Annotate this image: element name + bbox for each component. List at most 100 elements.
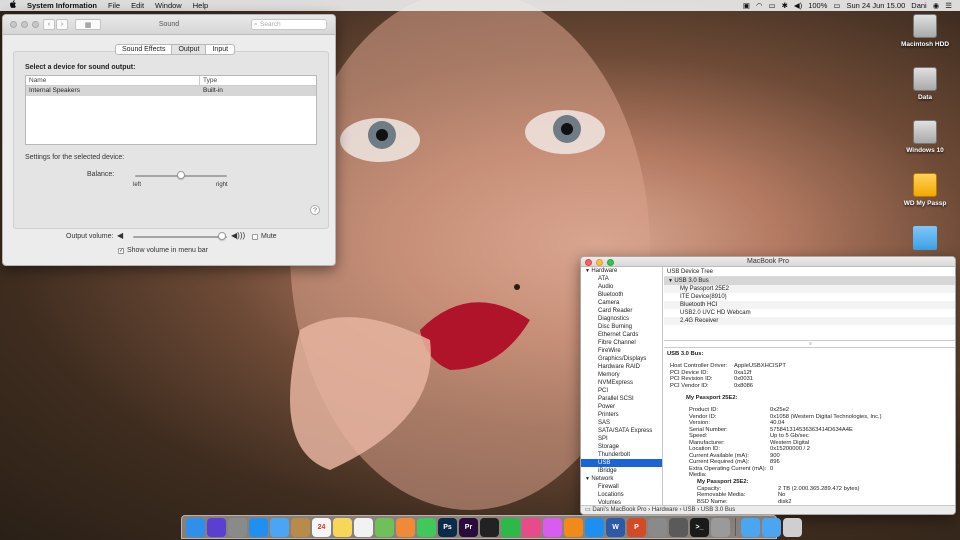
trash-icon[interactable] [783,517,802,537]
tree-row[interactable]: USB2.0 UVC HD Webcam [664,309,955,317]
word-icon[interactable]: W [606,517,625,537]
screen-mirroring-icon[interactable]: ▭ [769,1,776,10]
documents-folder-icon[interactable] [762,517,781,537]
launchpad-icon[interactable] [228,517,247,537]
show-volume-checkbox[interactable]: ✓ [118,248,124,254]
downloads-folder-icon[interactable] [741,517,760,537]
system-prefs-icon[interactable] [648,517,667,537]
itunes-icon[interactable] [522,517,541,537]
volume-icon[interactable]: ◀) [794,1,802,10]
mail-icon[interactable] [270,517,289,537]
sidebar-item[interactable]: Card Reader [581,307,662,315]
sidebar-category[interactable]: ▼ Network [581,475,662,483]
sidebar-item[interactable]: Memory [581,371,662,379]
contacts-icon[interactable] [291,517,310,537]
sidebar-item[interactable]: Thunderbolt [581,451,662,459]
photos-icon[interactable] [396,517,415,537]
table-row[interactable]: Internal Speakers Built-in [26,86,316,96]
sidebar-item[interactable]: Storage [581,443,662,451]
terminal-icon[interactable]: >_ [690,517,709,537]
finder-icon[interactable] [186,517,205,537]
help-button[interactable]: ? [310,205,320,215]
reminders-icon[interactable] [354,517,373,537]
battery-icon[interactable]: ▭ [833,1,840,10]
sidebar-item[interactable]: NVMExpress [581,379,662,387]
desktop-icon-data[interactable]: Data [896,67,954,120]
itunes-store-icon[interactable] [543,517,562,537]
appstore-icon[interactable] [585,517,604,537]
sidebar-item[interactable]: Audio [581,283,662,291]
output-volume-slider[interactable] [133,236,227,238]
tree-row[interactable]: Bluetooth HCI [664,301,955,309]
search-input[interactable]: ⌕ Search [251,19,327,30]
sidebar-item[interactable]: Power [581,403,662,411]
mute-checkbox[interactable] [252,234,258,240]
notes-icon[interactable] [333,517,352,537]
calendar-icon[interactable]: 24 [312,517,331,537]
tree-row[interactable]: ▼ USB 3.0 Bus [664,277,955,285]
tab-sound-effects[interactable]: Sound Effects [116,45,173,54]
menu-help[interactable]: Help [193,1,208,10]
status-app-icon[interactable]: ▣ [743,1,750,10]
tab-output[interactable]: Output [172,45,207,54]
sidebar-item[interactable]: ATA [581,275,662,283]
sidebar-item[interactable]: SATA/SATA Express [581,427,662,435]
sidebar-item[interactable]: Bluetooth [581,291,662,299]
ibooks-icon[interactable] [564,517,583,537]
menu-app-name[interactable]: System Information [27,1,97,10]
column-type[interactable]: Type [200,76,217,85]
automator-icon[interactable] [711,517,730,537]
user-name[interactable]: Dani [911,1,926,10]
clock[interactable]: Sun 24 Jun 15.00 [846,1,905,10]
finalcut-icon[interactable] [480,517,499,537]
sidebar-item[interactable]: Parallel SCSI [581,395,662,403]
output-volume-knob[interactable] [218,232,227,240]
premiere-icon[interactable]: Pr [459,517,478,537]
sidebar-item[interactable]: Firewall [581,483,662,491]
siri-icon[interactable] [207,517,226,537]
sidebar-item[interactable]: Printers [581,411,662,419]
siri-menu-icon[interactable]: ◉ [933,1,940,10]
sidebar-item[interactable]: Camera [581,299,662,307]
sidebar-item[interactable]: Hardware RAID [581,363,662,371]
wifi-icon[interactable]: ◠ [756,1,763,10]
photoshop-icon[interactable]: Ps [438,517,457,537]
sidebar-item[interactable]: PCI [581,387,662,395]
tree-row[interactable]: ITE Device(8910) [664,293,955,301]
apple-menu-icon[interactable] [9,0,19,11]
sidebar-item[interactable]: SPI [581,435,662,443]
battery-percent[interactable]: 100% [808,1,827,10]
maps-icon[interactable] [375,517,394,537]
sidebar-item[interactable]: SAS [581,419,662,427]
split-divider[interactable]: ≡ [664,340,955,348]
facetime-icon[interactable] [501,517,520,537]
desktop-icon-macintosh-hdd[interactable]: Macintosh HDD [896,14,954,67]
sidebar-item[interactable]: Locations [581,491,662,499]
sidebar-item[interactable]: Graphics/Displays [581,355,662,363]
desktop-icon-wd-my-passport[interactable]: WD My Passp [896,173,954,226]
powerpoint-icon[interactable]: P [627,517,646,537]
tab-input[interactable]: Input [206,45,234,54]
sidebar-item[interactable]: iBridge [581,467,662,475]
sidebar-item[interactable]: USB [581,459,662,467]
menu-file[interactable]: File [108,1,120,10]
notification-center-icon[interactable]: ☰ [945,1,952,10]
sidebar-item[interactable]: Disc Burning [581,323,662,331]
sidebar-item[interactable]: Fibre Channel [581,339,662,347]
messages-icon[interactable] [417,517,436,537]
menu-window[interactable]: Window [155,1,182,10]
tree-row[interactable]: My Passport 25E2 [664,285,955,293]
safari-icon[interactable] [249,517,268,537]
sidebar-item[interactable]: FireWire [581,347,662,355]
sidebar-item-label: Memory [598,372,620,378]
column-name[interactable]: Name [26,76,200,85]
sidebar-item[interactable]: Ethernet Cards [581,331,662,339]
menu-edit[interactable]: Edit [131,1,144,10]
bluetooth-icon[interactable]: ✱ [782,1,788,10]
sidebar-category[interactable]: ▼ Hardware [581,267,662,275]
system-info-icon[interactable] [669,517,688,537]
tree-row[interactable]: 2.4G Receiver [664,317,955,325]
sidebar-item[interactable]: Diagnostics [581,315,662,323]
balance-slider-knob[interactable] [177,171,185,179]
desktop-icon-windows-10[interactable]: Windows 10 [896,120,954,173]
